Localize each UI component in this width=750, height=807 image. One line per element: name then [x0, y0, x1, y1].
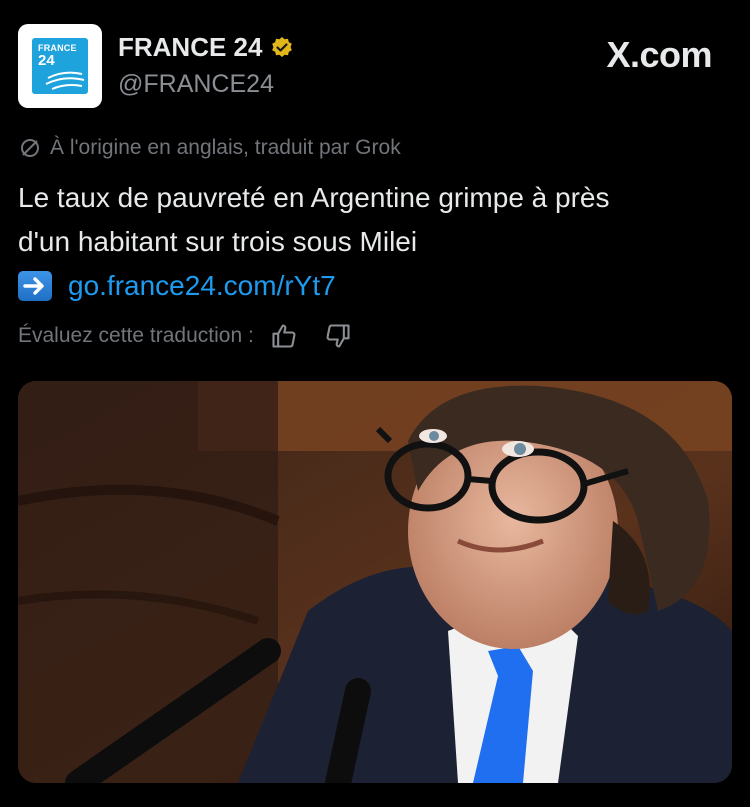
tweet-text-line1: Le taux de pauvreté en Argentine grimpe … [18, 182, 610, 213]
x-brand-logo: X.com [606, 34, 712, 75]
thumbs-up-icon[interactable] [270, 322, 298, 350]
account-name[interactable]: FRANCE 24 [118, 32, 262, 63]
article-link[interactable]: go.france24.com/rYt7 [68, 264, 336, 308]
tweet-link-line: go.france24.com/rYt7 [18, 264, 718, 308]
account-name-row[interactable]: FRANCE 24 [118, 32, 294, 63]
avatar[interactable]: FRANCE 24 [18, 24, 102, 108]
verified-badge-icon [272, 36, 293, 57]
arrow-right-emoji-icon [18, 271, 52, 301]
rate-translation-label: Évaluez cette traduction : [18, 324, 254, 347]
grok-translate-icon [21, 139, 39, 157]
tweet-text-line2: d'un habitant sur trois sous Milei [18, 226, 418, 257]
account-handle[interactable]: @FRANCE24 [118, 70, 274, 99]
logo-waves-icon [45, 71, 85, 90]
thumbs-down-icon[interactable] [324, 322, 352, 350]
france24-logo: FRANCE 24 [32, 38, 88, 94]
tweet-text: Le taux de pauvreté en Argentine grimpe … [18, 176, 718, 308]
translation-note: À l'origine en anglais, traduit par Grok [18, 136, 401, 160]
milei-portrait-image [18, 381, 732, 783]
tweet-header: FRANCE 24 FRANCE 24 @FRANCE24 X.com [18, 24, 732, 110]
translation-note-text: À l'origine en anglais, traduit par Grok [50, 136, 401, 159]
rate-translation: Évaluez cette traduction : [18, 322, 352, 350]
article-photo[interactable] [18, 381, 732, 783]
